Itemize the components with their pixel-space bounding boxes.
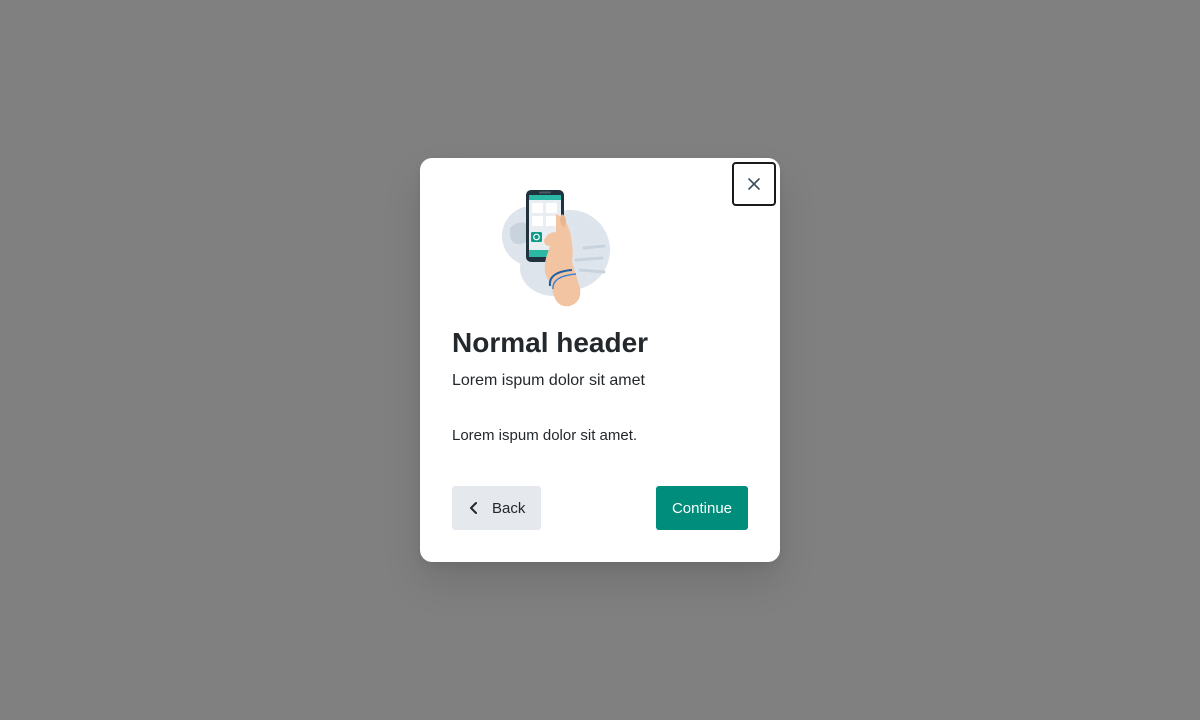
continue-button[interactable]: Continue [656,486,748,530]
modal-dialog: Normal header Lorem ispum dolor sit amet… [420,158,780,562]
modal-subtitle: Lorem ispum dolor sit amet [452,372,645,389]
close-icon [748,178,760,190]
back-button-label: Back [492,499,526,517]
modal-body-text: Lorem ispum dolor sit amet. [452,427,638,444]
close-button[interactable] [732,162,776,206]
hand-holding-phone-illustration [502,190,610,307]
chevron-left-icon [466,500,482,516]
modal-title: Normal header [452,327,649,358]
back-button[interactable]: Back [452,486,541,530]
continue-button-label: Continue [671,499,733,517]
